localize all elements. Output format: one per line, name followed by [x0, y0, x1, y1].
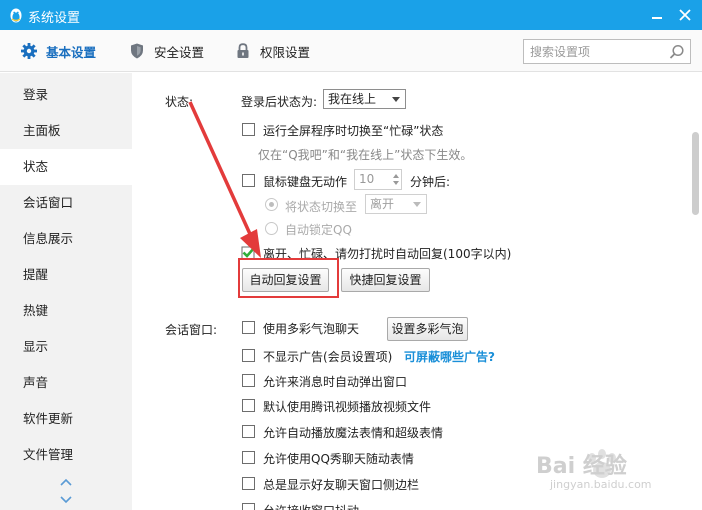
tab-security-settings[interactable]: 安全设置: [128, 41, 204, 61]
sidebar-item-hotkeys[interactable]: 热键: [0, 293, 132, 329]
scroll-more-icon[interactable]: [58, 475, 74, 509]
settings-toolbar: 基本设置 安全设置 权限设置: [0, 30, 702, 72]
chat-option-label: 不显示广告(会员设置项): [263, 350, 393, 364]
chat-option-checkbox[interactable]: [242, 321, 255, 334]
auto-lock-label: 自动锁定QQ: [285, 223, 352, 237]
sidebar-item-sound[interactable]: 声音: [0, 365, 132, 401]
search-icon[interactable]: [668, 43, 686, 61]
chat-option-checkbox[interactable]: [242, 477, 255, 490]
sidebar-item-software-update[interactable]: 软件更新: [0, 401, 132, 437]
tab-permission-label: 权限设置: [260, 44, 311, 60]
watermark-url: jingyan.baidu.com: [550, 478, 652, 491]
annotation-highlight-box: [238, 258, 339, 298]
chat-option-checkbox[interactable]: [242, 503, 255, 510]
baidu-watermark: Bai 经验 jingyan.baidu.com: [530, 440, 690, 500]
auto-lock-radio[interactable]: [265, 222, 278, 235]
idle-minutes-stepper[interactable]: 10: [354, 169, 402, 190]
ads-link[interactable]: 可屏蔽哪些广告?: [404, 348, 495, 365]
fullscreen-note: 仅在“Q我吧”和“我在线上”状态下生效。: [258, 148, 473, 162]
chat-option-label: 允许接收窗口抖动: [263, 502, 359, 510]
idle-checkbox[interactable]: [242, 174, 255, 187]
sidebar-item-display[interactable]: 显示: [0, 329, 132, 365]
qq-penguin-icon: [10, 8, 22, 23]
watermark-brand: Bai 经验: [536, 454, 627, 479]
chat-section-heading: 会话窗口:: [165, 323, 218, 337]
tab-permission-settings[interactable]: 权限设置: [234, 41, 310, 61]
search-input[interactable]: [530, 43, 660, 60]
stepper-down-icon[interactable]: [393, 181, 399, 185]
chevron-down-icon: [392, 97, 400, 102]
chat-option-checkbox[interactable]: [242, 374, 255, 387]
tab-basic-label: 基本设置: [46, 44, 97, 60]
idle-minutes-value: 10: [359, 172, 375, 186]
sidebar-item-status[interactable]: 状态: [0, 149, 132, 185]
shield-icon: [131, 43, 143, 59]
idle-switch-label: 将状态切换至: [285, 200, 358, 214]
minimize-icon[interactable]: [644, 3, 670, 27]
sidebar-item-info-display[interactable]: 信息展示: [0, 221, 132, 257]
sidebar-item-chat-window[interactable]: 会话窗口: [0, 185, 132, 221]
search-box: [523, 39, 691, 64]
chat-option-label: 允许使用QQ秀聊天随动表情: [263, 452, 414, 466]
title-bar: 系统设置: [0, 0, 702, 30]
stepper-up-icon[interactable]: [393, 174, 399, 178]
status-section-heading: 状态:: [165, 95, 194, 109]
chevron-down-icon: [413, 202, 421, 207]
sidebar-item-file-management[interactable]: 文件管理: [0, 437, 132, 473]
tab-basic-settings[interactable]: 基本设置: [20, 41, 96, 61]
bubble-settings-button[interactable]: 设置多彩气泡: [387, 317, 468, 341]
quick-reply-settings-button[interactable]: 快捷回复设置: [341, 268, 430, 292]
settings-sidebar: 登录 主面板 状态 会话窗口 信息展示 提醒 热键 显示 声音 软件更新 文件管…: [0, 73, 132, 510]
chat-option-label: 允许来消息时自动弹出窗口: [263, 375, 408, 389]
sidebar-item-login[interactable]: 登录: [0, 77, 132, 113]
content-scrollbar[interactable]: [690, 73, 702, 510]
login-status-value: 我在线上: [328, 92, 377, 106]
chat-option-checkbox[interactable]: [242, 399, 255, 412]
chat-option-label: 默认使用腾讯视频播放视频文件: [263, 400, 432, 414]
fullscreen-busy-checkbox[interactable]: [242, 123, 255, 136]
login-status-select[interactable]: 我在线上: [323, 89, 406, 109]
window-title: 系统设置: [28, 11, 81, 26]
chat-option-checkbox[interactable]: [242, 425, 255, 438]
login-status-label: 登录后状态为:: [241, 95, 318, 109]
chat-option-label: 允许自动播放魔法表情和超级表情: [263, 426, 444, 440]
idle-suffix: 分钟后:: [410, 175, 451, 189]
idle-label: 鼠标键盘无动作: [263, 175, 348, 189]
sidebar-item-main-panel[interactable]: 主面板: [0, 113, 132, 149]
lock-icon: [237, 43, 249, 58]
chat-option-checkbox[interactable]: [242, 349, 255, 362]
chat-option-checkbox[interactable]: [242, 451, 255, 464]
idle-switch-select[interactable]: 离开: [365, 194, 427, 214]
close-icon[interactable]: [672, 3, 698, 27]
idle-switch-value: 离开: [370, 197, 395, 211]
chat-option-label: 总是显示好友聊天窗口侧边栏: [263, 478, 420, 492]
scrollbar-thumb[interactable]: [692, 132, 699, 215]
chat-option-label: 使用多彩气泡聊天: [263, 322, 360, 336]
gear-icon: [21, 43, 37, 59]
tab-security-label: 安全设置: [154, 44, 205, 60]
idle-switch-radio[interactable]: [265, 198, 278, 211]
sidebar-item-reminder[interactable]: 提醒: [0, 257, 132, 293]
fullscreen-busy-label: 运行全屏程序时切换至“忙碌”状态: [263, 124, 444, 138]
